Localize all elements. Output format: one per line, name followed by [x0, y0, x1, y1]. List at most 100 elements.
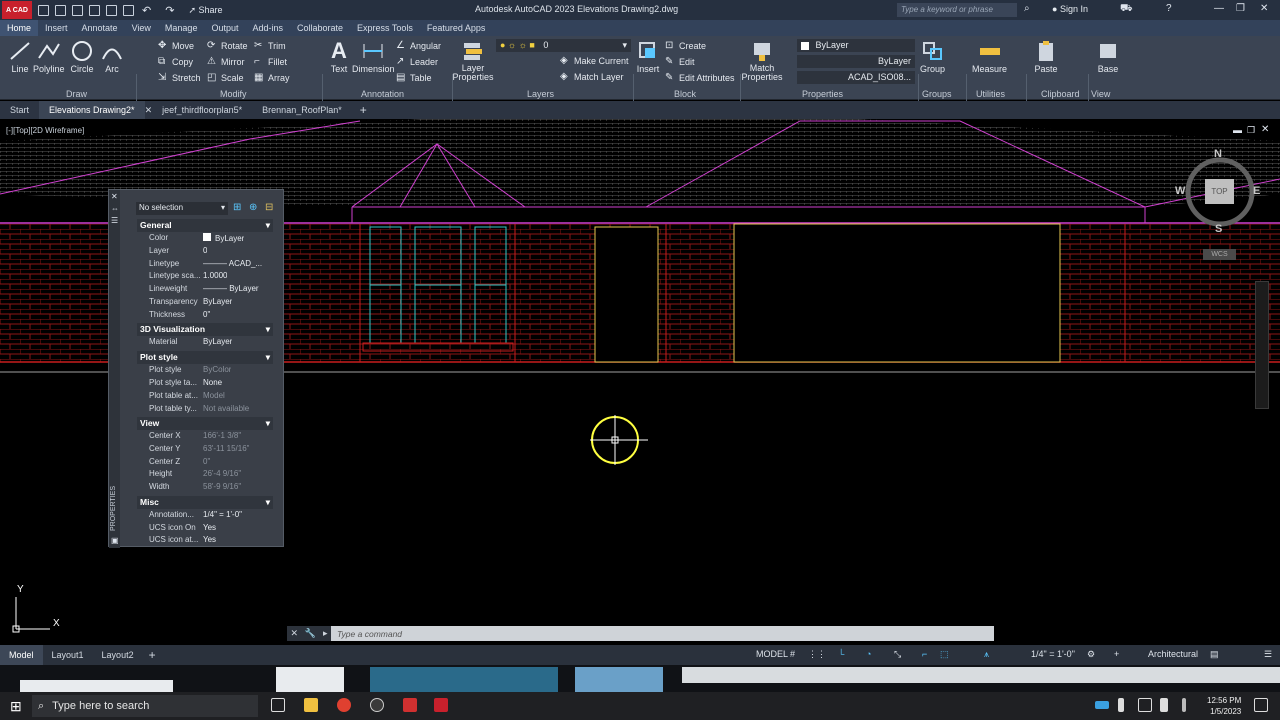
autocad-logo-icon[interactable]: A CAD [2, 1, 32, 19]
color-dropdown[interactable]: ByLayer [797, 39, 915, 52]
viewcube[interactable]: N S W E TOP [1175, 148, 1262, 235]
prop-row[interactable]: Linetype sca... 1.0000 [149, 271, 281, 280]
palette-autohide-icon[interactable]: ⇔ [111, 204, 119, 213]
selection-cycling-icon[interactable]: ⬚ [940, 649, 949, 660]
network-icon[interactable] [1138, 698, 1152, 712]
dimension-button[interactable]: Dimension [352, 40, 395, 74]
make-current-button[interactable]: ◈ Make Current [560, 56, 629, 67]
doc-tab-elevations[interactable]: Elevations Drawing2* [39, 101, 145, 119]
match-layer-button[interactable]: ◈ Match Layer [560, 72, 624, 83]
quick-properties-icon[interactable]: ▤ [1210, 649, 1219, 660]
system-clock[interactable]: 12:56 PM 1/5/2023 [1207, 695, 1241, 717]
command-history-icon[interactable]: ▸ [323, 628, 328, 639]
viewcube-west[interactable]: W [1175, 185, 1185, 197]
save-as-icon[interactable] [89, 4, 100, 16]
palette-close-icon[interactable]: ✕ [111, 192, 118, 201]
command-customize-icon[interactable]: 🔧 [305, 628, 316, 639]
onedrive-icon[interactable] [1095, 701, 1109, 709]
panel-title-draw[interactable]: Draw [66, 89, 87, 99]
layout-tab-layout2[interactable]: Layout2 [93, 645, 143, 665]
web-mobile-icon[interactable] [106, 4, 117, 16]
arc-button[interactable]: Arc [100, 40, 124, 74]
layer-properties-button[interactable]: Layer Properties [452, 40, 494, 82]
object-snap-icon[interactable]: ⌐ [922, 649, 927, 659]
layout-tab-model[interactable]: Model [0, 645, 43, 665]
tab-express-tools[interactable]: Express Tools [350, 20, 420, 36]
notifications-icon[interactable] [1254, 698, 1268, 712]
tab-manage[interactable]: Manage [158, 20, 205, 36]
viewport-restore-icon[interactable]: ❐ [1247, 125, 1255, 136]
workspace-gear-icon[interactable]: ⚙ [1087, 649, 1095, 660]
drawing-thumbnail[interactable] [575, 667, 663, 692]
grid-icon[interactable]: # [790, 649, 795, 659]
paste-button[interactable]: Paste [1034, 40, 1058, 74]
prop-row[interactable]: Lineweight ——— ByLayer [149, 284, 281, 293]
isodraft-icon[interactable]: ⤡ [894, 649, 901, 660]
text-button[interactable]: A Text [327, 40, 351, 75]
restore-icon[interactable]: ❐ [1236, 3, 1245, 14]
prop-row[interactable]: Center X 166'-1 3/8" [149, 431, 281, 440]
array-button[interactable]: ▦ Array [254, 73, 290, 84]
annotation-monitor-icon[interactable]: + [1114, 649, 1119, 659]
prop-row[interactable]: Annotation... 1/4" = 1'-0" [149, 510, 281, 519]
close-tab-icon[interactable]: ✕ [145, 105, 153, 116]
prop-row[interactable]: UCS icon On Yes [149, 523, 281, 532]
viewcube-top-face[interactable]: TOP [1205, 179, 1234, 204]
taskbar-search-input[interactable]: ⌕ Type here to search [32, 695, 258, 717]
undo-icon[interactable]: ↶ [142, 4, 151, 17]
panel-title-properties[interactable]: Properties [802, 89, 843, 99]
prop-row[interactable]: Layer 0 [149, 246, 281, 255]
polar-icon[interactable]: ◔ [866, 649, 871, 659]
help-icon[interactable]: ? [1166, 3, 1172, 14]
table-button[interactable]: ▤ Table [396, 73, 432, 84]
drawing-thumbnail[interactable] [20, 680, 173, 692]
viewport-minimize-icon[interactable]: ▬ [1233, 125, 1242, 135]
panel-title-modify[interactable]: Modify [220, 89, 247, 99]
panel-title-annotation[interactable]: Annotation [361, 89, 404, 99]
help-search-input[interactable]: Type a keyword or phrase [897, 3, 1017, 17]
plot-icon[interactable] [123, 4, 134, 16]
prop-row[interactable]: Plot style ta... None [149, 378, 281, 387]
lineweight-dropdown[interactable]: ACAD_ISO08... [797, 71, 915, 84]
quick-select-icon[interactable]: ⊟ [265, 202, 273, 213]
rotate-button[interactable]: ⟳ Rotate [207, 41, 248, 52]
task-view-icon[interactable] [271, 698, 285, 712]
match-properties-button[interactable]: Match Properties [742, 40, 783, 82]
panel-title-view[interactable]: View [1091, 89, 1110, 99]
panel-title-block[interactable]: Block [674, 89, 696, 99]
viewcube-east[interactable]: E [1253, 185, 1260, 197]
scale-button[interactable]: ◰ Scale [207, 73, 244, 84]
section-plot-style[interactable]: Plot style ▾ [137, 351, 273, 364]
prop-row[interactable]: Center Z 0" [149, 457, 281, 466]
prop-row[interactable]: Height 26'-4 9/16" [149, 469, 281, 478]
panel-title-groups[interactable]: Groups [922, 89, 952, 99]
angular-button[interactable]: ∠ Angular [396, 41, 441, 52]
volume-icon[interactable] [1160, 698, 1168, 712]
new-tab-icon[interactable]: + [360, 103, 367, 117]
base-button[interactable]: Base [1096, 40, 1120, 74]
panel-title-clipboard[interactable]: Clipboard [1041, 89, 1080, 99]
share-button[interactable]: ➚ Share [188, 5, 222, 16]
selection-dropdown[interactable]: No selection ▾ [136, 202, 228, 215]
tab-insert[interactable]: Insert [38, 20, 75, 36]
select-objects-icon[interactable]: ⊕ [249, 202, 257, 213]
circle-button[interactable]: Circle [70, 40, 94, 74]
drawing-thumbnail[interactable] [276, 667, 344, 692]
prop-row[interactable]: Plot table ty... Not available [149, 404, 281, 413]
tab-home[interactable]: Home [0, 20, 39, 36]
trim-button[interactable]: ✂ Trim [254, 41, 286, 52]
prop-row[interactable]: Material ByLayer [149, 337, 281, 346]
prop-row[interactable]: UCS icon at... Yes [149, 535, 281, 544]
stretch-button[interactable]: ⇲ Stretch [158, 73, 201, 84]
copy-button[interactable]: ⧉ Copy [158, 57, 193, 68]
pen-icon[interactable] [1182, 698, 1186, 712]
prop-row[interactable]: Center Y 63'-11 15/16" [149, 444, 281, 453]
minimize-icon[interactable]: — [1214, 3, 1224, 14]
fillet-button[interactable]: ⌐ Fillet [254, 57, 287, 68]
tab-add-ins[interactable]: Add-ins [245, 20, 290, 36]
section-misc[interactable]: Misc ▾ [137, 496, 273, 509]
prop-row[interactable]: Plot style ByColor [149, 365, 281, 374]
add-layout-icon[interactable]: + [149, 648, 156, 662]
viewport-close-icon[interactable]: ✕ [1261, 124, 1269, 135]
navigation-bar[interactable] [1255, 281, 1269, 409]
